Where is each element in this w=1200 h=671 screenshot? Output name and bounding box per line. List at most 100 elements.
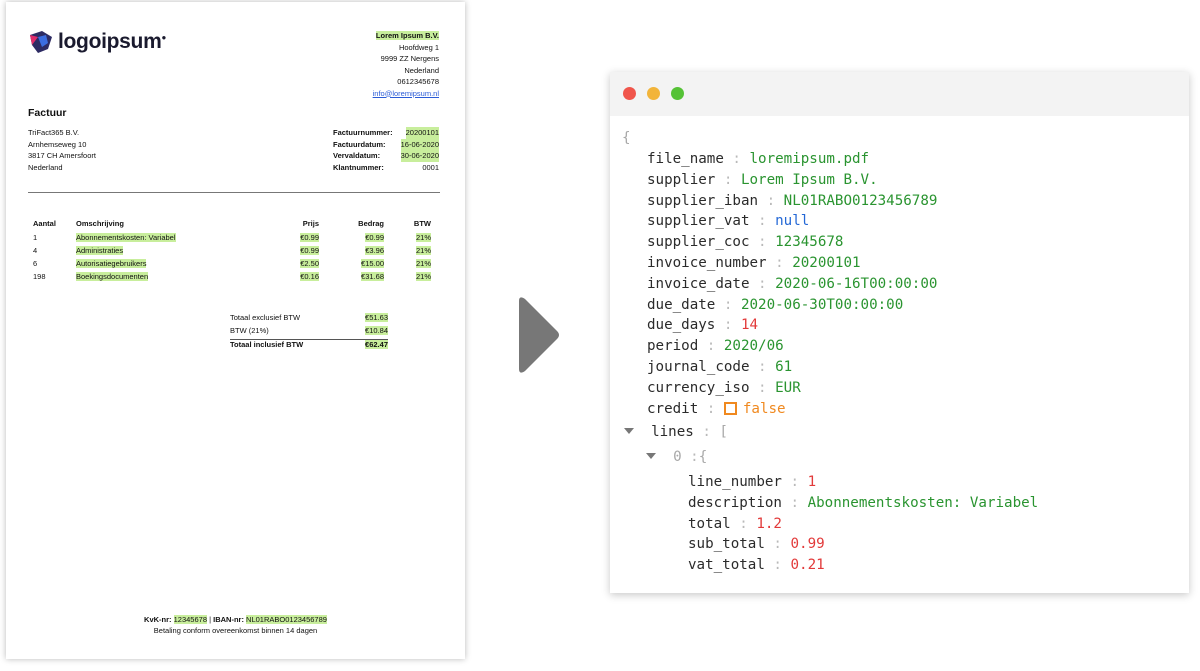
json-colon: : bbox=[681, 449, 699, 466]
maximize-window-button[interactable] bbox=[671, 87, 684, 100]
divider bbox=[28, 192, 440, 193]
customer-postal-city: 3817 CH Amersfoort bbox=[28, 151, 96, 160]
json-field: vat_total : 0.21 bbox=[688, 555, 825, 575]
json-value: EUR bbox=[775, 379, 801, 396]
json-field: line_number : 1 bbox=[688, 472, 816, 492]
json-value: 2020/06 bbox=[723, 338, 784, 355]
json-key: currency_iso bbox=[647, 379, 750, 396]
json-value: 20200101 bbox=[792, 255, 861, 271]
json-value: 61 bbox=[775, 359, 793, 375]
json-value: 14 bbox=[740, 317, 759, 334]
json-key: period bbox=[647, 338, 699, 355]
json-key: due_days bbox=[647, 317, 716, 334]
json-colon: : bbox=[715, 317, 741, 334]
supplier-address: Lorem Ipsum B.V. Hoofdweg 1 9999 ZZ Nerg… bbox=[373, 30, 439, 99]
json-key: lines bbox=[634, 424, 694, 441]
json-value: Lorem Ipsum B.V. bbox=[740, 171, 878, 188]
json-brace: { bbox=[622, 130, 631, 146]
json-field: credit : false bbox=[647, 399, 786, 419]
json-value: false bbox=[742, 400, 786, 417]
json-key: credit bbox=[647, 400, 699, 417]
supplier-country: Nederland bbox=[404, 65, 439, 75]
json-value: 0.21 bbox=[790, 557, 825, 574]
table-row: 198 Boekingsdocumenten €0.16 €31.68 21% bbox=[33, 272, 431, 281]
json-colon: : bbox=[698, 338, 724, 355]
json-key: vat_total bbox=[688, 557, 765, 574]
json-colon: : bbox=[715, 171, 741, 188]
json-key: line_number bbox=[688, 474, 782, 490]
meta-row-due-date: Vervaldatum: 30-06-2020 bbox=[333, 150, 439, 162]
json-value: Abonnementskosten: Variabel bbox=[807, 494, 1039, 511]
json-key: supplier_vat bbox=[647, 213, 750, 230]
json-field: file_name : loremipsum.pdf bbox=[647, 149, 869, 169]
supplier-postal-city: 9999 ZZ Nergens bbox=[380, 54, 439, 63]
json-item-row: 0 :{ bbox=[646, 447, 707, 467]
json-key: invoice_date bbox=[647, 275, 750, 292]
json-key: journal_code bbox=[647, 359, 750, 375]
json-colon: : bbox=[723, 151, 750, 167]
meta-row-invoice-date: Factuurdatum: 16-06-2020 bbox=[333, 138, 439, 150]
supplier-email-link[interactable]: info@loremipsum.nl bbox=[373, 89, 439, 98]
json-key: due_date bbox=[647, 296, 716, 313]
minimize-window-button[interactable] bbox=[647, 87, 660, 100]
json-field: period : 2020/06 bbox=[647, 336, 784, 356]
json-value: 0.99 bbox=[790, 536, 825, 553]
json-colon: : bbox=[758, 192, 784, 209]
json-field: journal_code : 61 bbox=[647, 357, 792, 377]
json-colon: : bbox=[749, 359, 776, 375]
json-value: 2020-06-16T00:00:00 bbox=[775, 275, 938, 292]
json-value: 1 bbox=[807, 474, 817, 490]
total-incl-vat: Totaal inclusief BTW €62.47 bbox=[230, 339, 388, 353]
company-logo: logoipsum● bbox=[28, 29, 166, 55]
json-key: file_name bbox=[647, 151, 724, 167]
collapse-triangle-icon[interactable] bbox=[646, 453, 656, 460]
footer-registration: KvK-nr: 12345678 | IBAN-nr: NL01RABO0123… bbox=[144, 615, 327, 624]
json-colon: : bbox=[764, 536, 791, 553]
json-field: currency_iso : EUR bbox=[647, 378, 801, 398]
json-value: null bbox=[775, 213, 810, 230]
invoice-document: logoipsum● Lorem Ipsum B.V. Hoofdweg 1 9… bbox=[6, 2, 465, 659]
arrow-right-icon bbox=[519, 297, 559, 373]
customer-country: Nederland bbox=[28, 162, 63, 172]
json-value: loremipsum.pdf bbox=[749, 151, 870, 167]
json-value: 1.2 bbox=[756, 515, 782, 532]
json-brace: [ bbox=[719, 424, 728, 441]
lines-table-header: Aantal Omschrijving Prijs Bedrag BTW bbox=[33, 219, 431, 228]
json-field: invoice_number : 20200101 bbox=[647, 253, 861, 273]
json-key: supplier bbox=[647, 171, 716, 188]
customer-address: TriFact365 B.V. Arnhemseweg 10 3817 CH A… bbox=[28, 127, 96, 173]
checkbox-icon[interactable] bbox=[723, 401, 737, 415]
json-lines-row: lines : [ bbox=[624, 422, 728, 442]
json-key: supplier_coc bbox=[647, 234, 750, 251]
json-field: due_date : 2020-06-30T00:00:00 bbox=[647, 295, 903, 315]
invoice-meta: Factuurnummer: 20200101 Factuurdatum: 16… bbox=[333, 127, 439, 173]
json-field: supplier_coc : 12345678 bbox=[647, 232, 843, 252]
collapse-triangle-icon[interactable] bbox=[624, 428, 634, 435]
json-colon: : bbox=[781, 474, 808, 490]
table-row: 4 Administraties €0.99 €3.96 21% bbox=[33, 246, 431, 255]
json-value: 2020-06-30T00:00:00 bbox=[740, 296, 904, 313]
total-vat: BTW (21%) €10.84 bbox=[230, 326, 388, 335]
json-value: NL01RABO0123456789 bbox=[783, 192, 938, 209]
json-field: due_days : 14 bbox=[647, 315, 758, 335]
footer-payment-note: Betaling conform overeenkomst binnen 14 … bbox=[153, 626, 318, 635]
logo-icon bbox=[30, 31, 52, 53]
json-colon: : bbox=[749, 275, 776, 292]
close-window-button[interactable] bbox=[623, 87, 636, 100]
json-field: sub_total : 0.99 bbox=[688, 534, 825, 554]
json-key: supplier_iban bbox=[647, 192, 759, 209]
json-field: total : 1.2 bbox=[688, 514, 782, 534]
invoice-title: Factuur bbox=[28, 107, 67, 119]
customer-street: Arnhemseweg 10 bbox=[28, 139, 87, 149]
json-colon: : bbox=[749, 213, 776, 230]
supplier-street: Hoofdweg 1 bbox=[398, 42, 439, 52]
table-row: 6 Autorisatiegebruikers €2.50 €15.00 21% bbox=[33, 259, 431, 268]
json-key: total bbox=[688, 515, 731, 532]
customer-name: TriFact365 B.V. bbox=[28, 128, 80, 137]
json-key: invoice_number bbox=[647, 255, 767, 271]
json-colon: : bbox=[781, 494, 808, 511]
json-field: supplier_vat : null bbox=[647, 211, 809, 231]
json-index: 0 bbox=[656, 449, 682, 466]
supplier-phone: 0612345678 bbox=[397, 77, 439, 86]
json-colon: : bbox=[698, 400, 724, 417]
